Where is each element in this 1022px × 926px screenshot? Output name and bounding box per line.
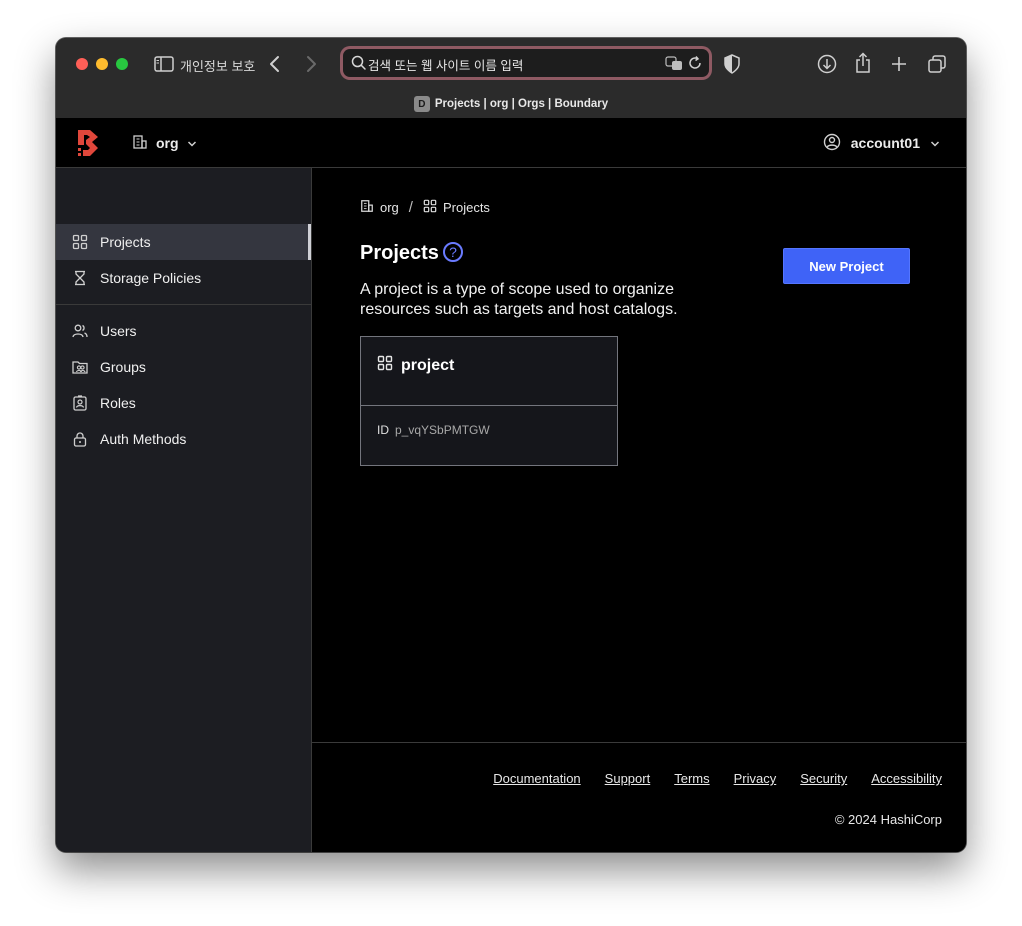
back-icon[interactable] [264,52,286,76]
org-switcher[interactable]: org [132,133,197,153]
user-circle-icon [823,133,841,154]
new-project-button[interactable]: New Project [783,248,910,284]
sidebar-item-users[interactable]: Users [56,313,311,349]
chevron-down-icon [930,135,940,151]
shield-icon[interactable] [722,53,742,75]
org-name: org [156,135,179,151]
sidebar: Projects Storage Policies Users Groups R… [56,168,312,852]
project-card-title[interactable]: project [377,355,454,376]
project-name: project [401,356,455,374]
sidebar-item-label: Projects [100,234,151,250]
address-bar[interactable]: 검색 또는 웹 사이트 이름 입력 [343,49,709,77]
page-description: A project is a type of scope used to org… [360,281,678,318]
sidebar-item-label: Users [100,323,137,339]
building-icon [132,134,148,153]
new-tab-icon[interactable] [888,53,910,75]
sidebar-item-groups[interactable]: Groups [56,349,311,385]
footer-link-documentation[interactable]: Documentation [493,771,580,786]
building-icon [360,199,374,216]
breadcrumb: org / Projects [360,199,490,216]
footer-link-privacy[interactable]: Privacy [734,771,777,786]
grid-icon [72,234,88,250]
search-icon [351,55,367,71]
help-icon[interactable]: ? [443,242,463,262]
account-menu[interactable]: account01 [823,133,940,153]
tab-title: Projects | org | Orgs | Boundary [434,98,609,110]
download-icon[interactable] [816,53,838,75]
share-icon[interactable] [852,51,874,75]
groups-icon [72,359,88,375]
id-badge-icon [72,395,88,411]
grid-icon [423,199,437,216]
sidebar-item-label: Roles [100,395,136,411]
sidebar-item-auth-methods[interactable]: Auth Methods [56,421,311,457]
sidebar-item-roles[interactable]: Roles [56,385,311,421]
grid-icon [377,355,393,376]
favicon-icon: D [413,96,430,112]
lock-icon [72,431,88,447]
forward-icon[interactable] [300,52,322,76]
tab-overview-icon[interactable] [926,53,948,75]
footer-link-security[interactable]: Security [800,771,847,786]
browser-window: 개인정보 보호 검색 또는 웹 사이트 이름 입력 D Projects | o… [56,38,966,852]
project-id-label: ID [377,423,389,437]
breadcrumb-separator: / [408,199,413,216]
minimize-window-button[interactable] [96,58,108,70]
boundary-logo-icon[interactable] [76,128,100,158]
sidebar-item-label: Storage Policies [100,270,202,286]
breadcrumb-current: Projects [442,200,490,215]
footer-link-accessibility[interactable]: Accessibility [871,771,942,786]
privacy-label[interactable]: 개인정보 보호 [180,56,255,75]
active-tab[interactable]: D Projects | org | Orgs | Boundary [56,90,966,118]
project-card-header: project [361,337,617,406]
sidebar-item-projects[interactable]: Projects [56,224,311,260]
tab-bar: D Projects | org | Orgs | Boundary [56,90,966,119]
footer-links: Documentation Support Terms Privacy Secu… [493,771,942,786]
project-card[interactable]: project ID p_vqYSbPMTGW [360,336,618,466]
reload-icon[interactable] [687,55,703,71]
page-title: Projects [360,242,439,264]
app-header: org account01 [56,118,966,168]
project-id-value: p_vqYSbPMTGW [395,423,490,437]
close-window-button[interactable] [76,58,88,70]
copyright: © 2024 HashiCorp [834,812,942,827]
sidebar-item-label: Groups [100,359,146,375]
address-placeholder: 검색 또는 웹 사이트 이름 입력 [368,59,524,73]
footer: Documentation Support Terms Privacy Secu… [312,742,966,852]
sidebar-divider [56,304,311,305]
zoom-window-button[interactable] [116,58,128,70]
sidebar-item-storage-policies[interactable]: Storage Policies [56,260,311,296]
account-name: account01 [850,135,920,151]
users-icon [72,323,88,339]
hourglass-icon [72,270,88,286]
sidebar-item-label: Auth Methods [100,431,187,447]
footer-link-support[interactable]: Support [605,771,651,786]
main-content: org / Projects Projects ? A project is a… [312,168,966,852]
breadcrumb-org-link[interactable]: org [380,200,399,215]
chevron-down-icon [187,135,197,151]
translate-icon[interactable] [665,55,683,71]
footer-link-terms[interactable]: Terms [674,771,709,786]
browser-toolbar: 개인정보 보호 검색 또는 웹 사이트 이름 입력 [56,38,966,90]
project-id: ID p_vqYSbPMTGW [377,423,490,437]
sidebar-toggle-icon[interactable] [152,52,176,76]
